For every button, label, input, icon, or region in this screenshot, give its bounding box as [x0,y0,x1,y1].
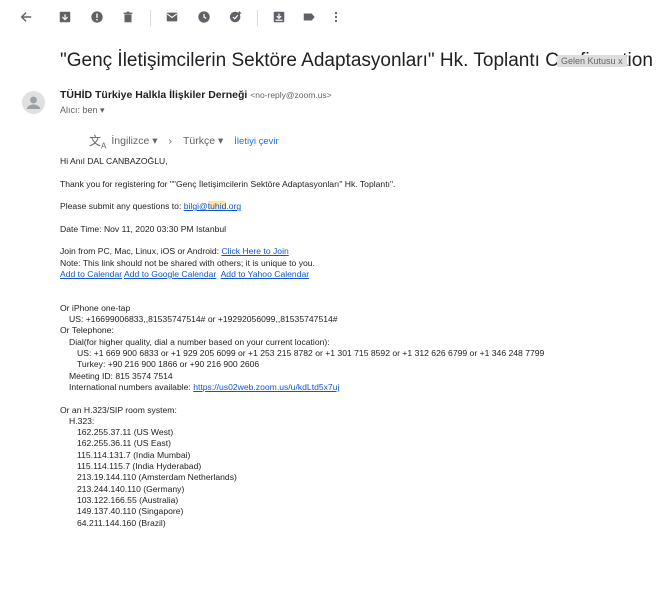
greeting: Hi Anıl DAL CANBAZOĞLU, [60,156,168,166]
back-arrow-icon[interactable] [18,9,34,25]
sender-email: <no-reply@zoom.us> [250,90,332,100]
h323-ip: 162.255.36.11 (US East) [77,438,171,449]
sender-avatar[interactable] [22,91,45,114]
translate-bar: 文A İngilizce ▾ › Türkçe ▾ İletiyi çevir [89,132,279,150]
snooze-icon[interactable] [196,9,212,25]
add-to-google-calendar-link[interactable]: Add to Google Calendar [124,269,216,279]
intl-line: International numbers available: https:/… [60,382,650,393]
target-language-select[interactable]: Türkçe ▾ [183,135,223,147]
label-remove-icon[interactable]: x [618,56,623,66]
h323-ip: 115.114.115.7 (India Hyderabad) [77,461,202,472]
h323-ip: 213.244.140.110 (Germany) [77,483,185,494]
delete-icon[interactable] [120,9,136,25]
translate-message-link[interactable]: İletiyi çevir [234,136,278,147]
dial-note: Dial(for higher quality, dial a number b… [69,336,330,347]
h323-heading: H.323: [69,415,95,426]
toolbar-divider [150,10,151,26]
sip-heading: Or an H.323/SIP room system: [60,404,177,415]
dial-us: US: +1 669 900 6833 or +1 929 205 6099 o… [77,348,545,359]
h323-ip: 213.19.144.110 (Amsterdam Netherlands) [77,472,237,483]
toolbar-divider [257,10,258,26]
email-part: bilgi@ [183,201,208,212]
target-language-label: Türkçe [183,135,216,148]
more-options-icon[interactable] [328,9,344,25]
chevron-down-icon: ▾ [100,105,105,115]
move-to-icon[interactable] [271,9,287,25]
questions-prefix: Please submit any questions to: [60,201,184,212]
h323-ip: 64.211.144.160 (Brazil) [77,517,166,528]
sender-line: TÜHİD Türkiye Halkla İlişkiler Derneği <… [60,89,332,101]
email-body: Hi Anıl DAL CANBAZOĞLU, Thank you for re… [60,156,650,529]
archive-icon[interactable] [57,9,73,25]
translate-icon: 文A [89,134,107,151]
questions-line: Please submit any questions to: bilgi@tu… [60,201,650,212]
inbox-label-chip[interactable]: Gelen Kutusu x [557,55,627,67]
intl-prefix: International numbers available: [69,381,194,392]
report-spam-icon[interactable] [89,9,105,25]
iphone-us: US: +16699006833,,81535747514# or +19292… [69,314,338,325]
join-prefix: Join from PC, Mac, Linux, iOS or Android… [60,246,222,257]
add-to-yahoo-calendar-link[interactable]: Add to Yahoo Calendar [221,269,310,279]
email-part: .org [226,201,242,212]
h323-ip: 115.114.131.7 (India Mumbai) [77,449,191,460]
iphone-heading: Or iPhone one-tap [60,302,131,313]
message-toolbar [0,0,657,38]
note-line: Note: This link should not be shared wit… [60,257,315,268]
h323-ip: 162.255.37.11 (US West) [77,427,174,438]
join-link[interactable]: Click Here to Join [221,246,288,256]
add-to-calendar-link[interactable]: Add to Calendar [60,269,122,279]
labels-icon[interactable] [301,9,317,25]
dial-turkey: Turkey: +90 216 900 1866 or +90 216 900 … [77,359,260,370]
telephone-heading: Or Telephone: [60,325,114,336]
join-line: Join from PC, Mac, Linux, iOS or Android… [60,246,650,257]
h323-ip: 149.137.40.110 (Singapore) [77,506,184,517]
source-language-label: İngilizce [111,135,150,148]
intl-numbers-link[interactable]: https://us02web.zoom.us/u/kdLtd5x7uj [193,382,339,392]
calendar-links: Add to Calendar Add to Google Calendar A… [60,269,650,280]
source-language-select[interactable]: İngilizce ▾ [111,135,157,147]
meeting-id: Meeting ID: 815 3574 7514 [69,370,173,381]
recipient-dropdown[interactable]: Alıcı: ben ▾ [60,105,105,116]
recipient-label: Alıcı: ben [60,105,98,115]
questions-email-link[interactable]: bilgi@tuhid.org [183,201,242,212]
h323-ip: 103.122.166.55 (Australia) [77,494,179,505]
arrow-right-icon: › [168,135,173,148]
add-to-tasks-icon[interactable] [228,9,244,25]
email-part-highlight: tuhid [207,201,227,212]
datetime-line: Date Time: Nov 11, 2020 03:30 PM Istanbu… [60,223,227,234]
thanks-line: Thank you for registering for ""Genç İle… [60,178,396,189]
label-chip-text: Gelen Kutusu [561,56,616,66]
mark-unread-icon[interactable] [164,9,180,25]
sender-name[interactable]: TÜHİD Türkiye Halkla İlişkiler Derneği [60,89,247,101]
